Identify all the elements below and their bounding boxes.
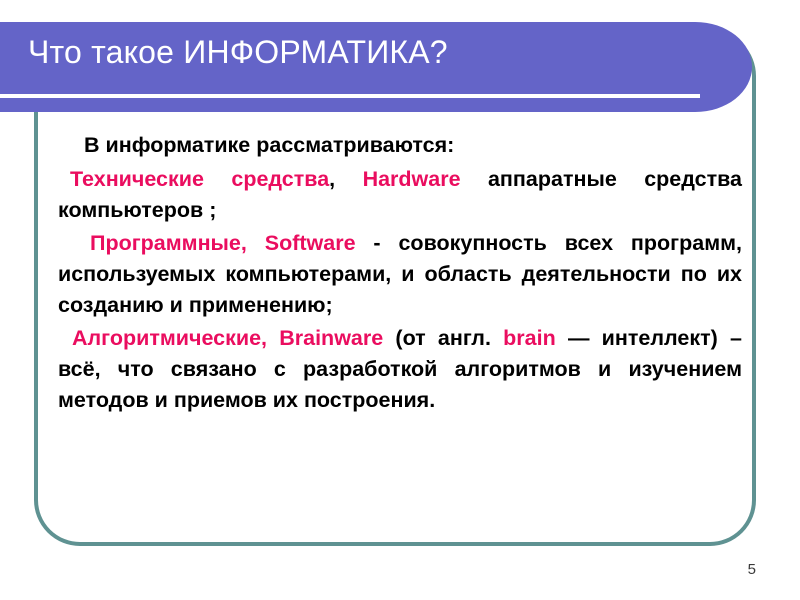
brainware-term: Алгоритмические, Brainware — [72, 326, 384, 350]
title-underline-rule — [0, 94, 700, 98]
paragraph-software: Программные, Software - совокупность все… — [58, 228, 742, 321]
intro-text: В информатике рассматриваются: — [84, 133, 455, 157]
brainware-open: (от англ. — [383, 326, 504, 350]
brainware-term-en: brain — [503, 326, 556, 350]
title-banner: Что такое ИНФОРМАТИКА? — [0, 22, 752, 112]
hardware-term-ru: Технические средства — [70, 167, 330, 191]
slide-body: В информатике рассматриваются: Техническ… — [58, 130, 742, 418]
paragraph-intro: В информатике рассматриваются: — [58, 130, 742, 161]
page-number: 5 — [747, 561, 756, 578]
hardware-term-en: Hardware — [362, 167, 461, 191]
paragraph-hardware: Технические средства, Hardware аппаратны… — [58, 164, 742, 226]
paragraph-brainware: Алгоритмические, Brainware (от англ. bra… — [58, 323, 742, 416]
slide: Что такое ИНФОРМАТИКА? В информатике рас… — [0, 0, 800, 600]
hardware-comma: , — [329, 167, 336, 191]
software-term: Программные, Software — [90, 231, 356, 255]
page-title: Что такое ИНФОРМАТИКА? — [28, 34, 448, 70]
